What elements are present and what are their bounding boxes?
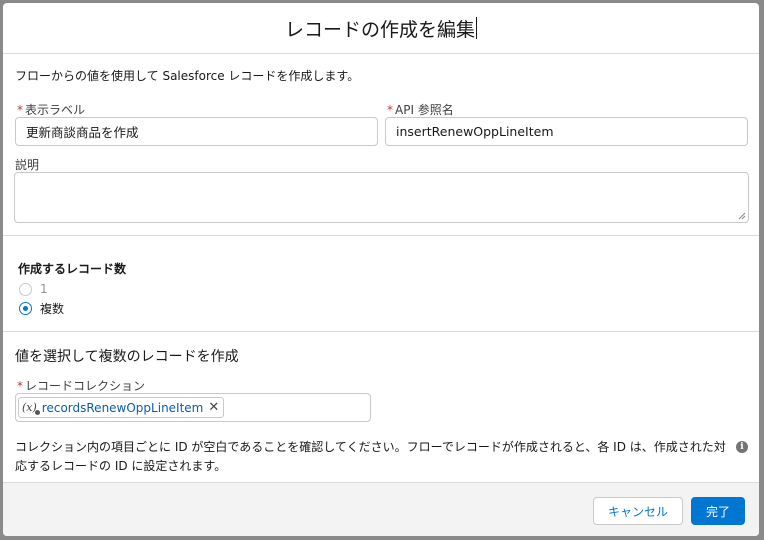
cancel-button[interactable]: キャンセル <box>593 497 683 525</box>
general-section: フローからの値を使用して Salesforce レコードを作成します。 * 表示ラ… <box>3 54 759 236</box>
radio-option-single[interactable]: 1 <box>19 282 48 296</box>
pill-label: recordsRenewOppLineItem <box>41 400 204 415</box>
radio-button[interactable] <box>19 302 32 315</box>
label-input-value: 更新商談商品を作成 <box>26 125 139 140</box>
description-field-label: 説明 <box>15 158 40 172</box>
section-title: 値を選択して複数のレコードを作成 <box>15 349 239 365</box>
close-icon[interactable]: ✕ <box>208 401 219 414</box>
radio-label: 複数 <box>40 302 65 316</box>
api-name-input-value: insertRenewOppLineItem <box>396 124 554 139</box>
record-count-section: 作成するレコード数 1 複数 <box>3 236 759 332</box>
edit-create-records-modal: レコードの作成を編集 フローからの値を使用して Salesforce レコードを… <box>3 3 759 536</box>
record-collection-label: * レコードコレクション <box>17 377 145 394</box>
done-button[interactable]: 完了 <box>691 497 745 525</box>
radio-option-multiple[interactable]: 複数 <box>19 300 64 317</box>
resize-handle-icon[interactable] <box>738 212 746 220</box>
api-name-input[interactable]: insertRenewOppLineItem <box>385 117 748 146</box>
modal-header: レコードの作成を編集 <box>3 3 759 54</box>
record-collection-label-text: レコードコレクション <box>25 379 146 393</box>
label-field-label-text: 表示ラベル <box>25 103 86 117</box>
record-count-label: 作成するレコード数 <box>18 262 127 276</box>
description-textarea[interactable] <box>14 172 749 223</box>
required-marker: * <box>387 103 393 117</box>
variable-icon: (x) <box>22 401 40 415</box>
element-description: フローからの値を使用して Salesforce レコードを作成します。 <box>15 69 360 83</box>
radio-label: 1 <box>40 282 48 296</box>
required-marker: * <box>17 379 23 393</box>
api-name-field-label: * API 参照名 <box>387 101 454 118</box>
required-marker: * <box>17 103 23 117</box>
label-field-label: * 表示ラベル <box>17 101 85 118</box>
api-name-field-label-text: API 参照名 <box>395 103 454 117</box>
text-caret <box>476 17 477 39</box>
modal-footer: キャンセル 完了 <box>3 482 759 536</box>
label-input[interactable]: 更新商談商品を作成 <box>15 117 378 146</box>
collection-pill[interactable]: (x) recordsRenewOppLineItem ✕ <box>18 397 225 418</box>
radio-button[interactable] <box>19 282 32 296</box>
info-icon[interactable]: i <box>736 441 748 453</box>
help-text: コレクション内の項目ごとに ID が空白であることを確認してください。フローでレ… <box>15 440 726 473</box>
record-collection-input[interactable]: (x) recordsRenewOppLineItem ✕ <box>15 393 371 422</box>
multiple-records-section: 値を選択して複数のレコードを作成 * レコードコレクション (x) records… <box>3 332 759 482</box>
modal-title: レコードの作成を編集 <box>284 18 475 41</box>
